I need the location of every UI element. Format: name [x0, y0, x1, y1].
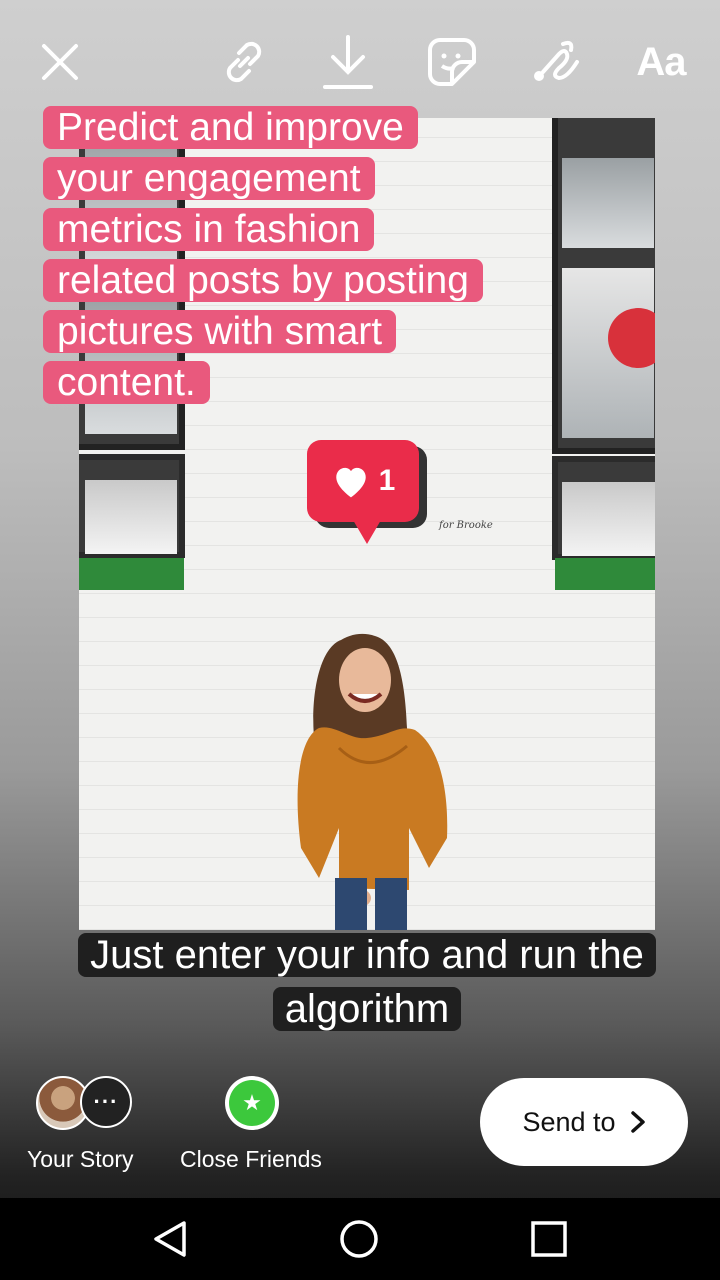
draw-icon	[534, 40, 579, 81]
right-window-lower	[552, 456, 655, 560]
text-tool-button[interactable]: Aa	[626, 30, 696, 94]
send-to-button[interactable]: Send to	[480, 1078, 688, 1166]
top-caption-sticker[interactable]: Predict and improve your engagement metr…	[43, 102, 483, 408]
download-icon	[323, 35, 373, 89]
close-friends-label[interactable]: Close Friends	[180, 1146, 322, 1173]
like-notification-badge: 1	[307, 440, 419, 544]
home-circle-icon	[340, 1220, 378, 1258]
back-triangle-icon	[154, 1221, 186, 1257]
sticker-icon	[428, 38, 476, 86]
right-window	[552, 118, 655, 454]
left-window-sill	[79, 558, 184, 590]
chevron-right-icon	[630, 1111, 645, 1133]
recents-square-icon	[531, 1221, 567, 1257]
top-caption-text: Predict and improve your engagement metr…	[43, 106, 483, 404]
your-story-label[interactable]: Your Story	[27, 1146, 134, 1173]
your-story-options-button[interactable]: ···	[80, 1076, 132, 1128]
right-window-sill	[555, 558, 655, 590]
bottom-caption-sticker[interactable]: Just enter your info and run the algorit…	[78, 928, 656, 1036]
draw-button[interactable]	[524, 30, 588, 94]
left-window-lower	[79, 454, 185, 558]
share-bar: ··· Your Story ★ Close Friends Send to	[0, 1060, 720, 1198]
download-button[interactable]	[316, 30, 380, 94]
android-navigation-bar	[0, 1198, 720, 1280]
heart-icon	[335, 467, 366, 498]
bottom-caption-text: Just enter your info and run the algorit…	[78, 933, 656, 1031]
close-button[interactable]	[30, 30, 90, 94]
close-friends-button[interactable]: ★	[225, 1076, 279, 1130]
story-editor: 1 for Brooke Aa Predict and improve your…	[0, 0, 720, 1198]
recents-button[interactable]	[499, 1198, 599, 1280]
like-count: 1	[378, 464, 396, 497]
woman-photo-subject	[297, 633, 448, 930]
artist-signature: for Brooke	[439, 520, 493, 531]
star-icon: ★	[229, 1080, 275, 1126]
send-to-label: Send to	[522, 1106, 616, 1137]
back-button[interactable]	[120, 1198, 220, 1280]
sticker-button[interactable]	[420, 30, 484, 94]
link-button[interactable]	[212, 30, 276, 94]
close-icon	[42, 44, 78, 80]
home-button[interactable]	[309, 1198, 409, 1280]
link-icon	[226, 41, 262, 83]
story-toolbar: Aa	[0, 30, 720, 94]
